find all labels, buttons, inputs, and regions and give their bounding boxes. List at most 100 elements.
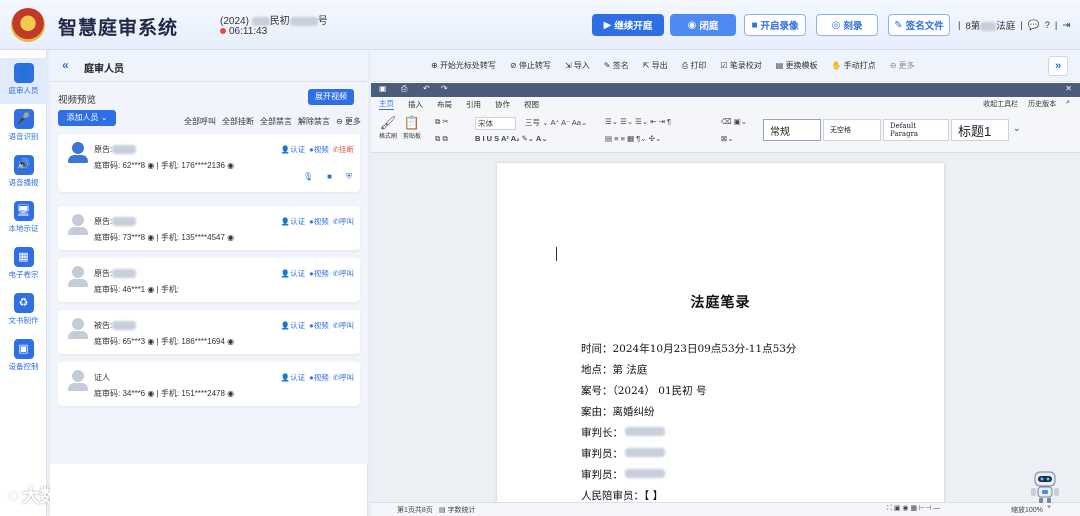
clear-format-icon[interactable]: ⌫ ▣⌄ (721, 117, 747, 126)
video-button[interactable]: ●视频 (309, 216, 329, 227)
font-size-select[interactable]: 三号 ⌄ A⁺ A⁻ Aa⌄ (525, 117, 587, 128)
person-card[interactable]: 原告: 庭审码: 73***8 ◉ | 手机: 135****4547 ◉ 👤认… (58, 206, 360, 250)
adjourn-button[interactable]: ◉ 闭庭 (670, 14, 736, 36)
chat-icon[interactable]: 💬 (1028, 20, 1040, 31)
person-card[interactable]: 被告: 庭审码: 65***3 ◉ | 手机: 186****1694 ◉ 👤认… (58, 310, 360, 354)
tab-collaborate[interactable]: 协作 (495, 99, 510, 110)
style-default-paragraph[interactable]: Default Paragra (883, 119, 949, 141)
search-icon[interactable]: ⌕ (1066, 99, 1070, 109)
eye-icon[interactable]: ◉ (147, 233, 154, 242)
text-format-buttons[interactable]: B I U S A² A₂ ✎⌄ A⌄ (475, 134, 548, 143)
call-all-button[interactable]: 全部呼叫 (184, 116, 216, 127)
tab-home[interactable]: 主页 (379, 98, 394, 110)
eye-icon[interactable]: ◉ (227, 161, 234, 170)
manual-mark-button[interactable]: ✋ 手动打点 (832, 60, 876, 71)
document-page[interactable]: 法庭笔录 时间：2024年10月23日09点53分-11点53分 地点：第 法庭… (497, 163, 944, 502)
stop-transcribe-button[interactable]: ⊘ 停止转写 (510, 60, 551, 71)
person-card[interactable]: 原告: 庭审码: 62***8 ◉ | 手机: 176****2136 ◉ 👤认… (58, 134, 360, 192)
verify-button[interactable]: 👤认证 (281, 372, 305, 383)
add-person-button[interactable]: 添加人员 ⌄ (58, 110, 116, 126)
help-icon[interactable]: ? (1045, 20, 1050, 31)
save-icon[interactable]: ▣ (379, 84, 387, 93)
collapse-chevron-icon[interactable]: « (62, 58, 69, 72)
nav-item-e-dossier[interactable]: ▦ 电子卷宗 (0, 242, 47, 288)
verify-button[interactable]: 👤认证 (281, 216, 305, 227)
mute-all-button[interactable]: 全部禁言 (260, 116, 292, 127)
expand-video-button[interactable]: 展开视频 (308, 89, 354, 105)
tab-view[interactable]: 视图 (524, 99, 539, 110)
redo-icon[interactable]: ↷ (441, 84, 448, 93)
more-button[interactable]: ⊖ 更多 (336, 116, 361, 127)
eye-icon[interactable]: ◉ (227, 389, 234, 398)
style-normal[interactable]: 常规 (763, 119, 821, 141)
border-icon[interactable]: ⊠⌄ (721, 134, 734, 143)
video-button[interactable]: ●视频 (309, 144, 329, 155)
hangup-button[interactable]: ✆挂断 (333, 144, 354, 155)
clipboard-button[interactable]: 📋 剪贴板 (401, 115, 423, 140)
style-heading-1[interactable]: 标题1 (951, 119, 1009, 141)
paste-icon[interactable]: ⧉ ⧉ (435, 134, 448, 144)
style-no-spacing[interactable]: 无空格 (823, 119, 881, 141)
history-button[interactable]: 历史版本 (1028, 99, 1056, 109)
logout-icon[interactable]: ⇥ (1062, 20, 1070, 31)
nav-item-speech-recognition[interactable]: 🎤 语音识别 (0, 104, 47, 150)
court-room-name[interactable]: 8第 法庭 (965, 18, 1015, 32)
hangup-all-button[interactable]: 全部挂断 (222, 116, 254, 127)
video-button[interactable]: ●视频 (309, 268, 329, 279)
nav-item-trial-personnel[interactable]: 👤 庭审人员 (0, 58, 47, 104)
undo-icon[interactable]: ↶ (423, 84, 430, 93)
burn-disc-button[interactable]: ◎ 刻录 (816, 14, 878, 36)
video-button[interactable]: ●视频 (309, 372, 329, 383)
word-count-button[interactable]: ▤ 字数统计 (439, 505, 476, 515)
verify-button[interactable]: 👤认证 (281, 320, 305, 331)
close-icon[interactable]: ✕ (1065, 84, 1072, 93)
nav-item-local-evidence[interactable]: 🖥 本地示证 (0, 196, 47, 242)
list-buttons[interactable]: ☰⌄ ☰⌄ ☰⌄ ⇤ ⇥ ¶ (605, 117, 671, 126)
assistant-robot-icon[interactable] (1028, 468, 1062, 504)
eye-icon[interactable]: ◉ (147, 337, 154, 346)
person-card[interactable]: 证人 庭审码: 34***6 ◉ | 手机: 151****2478 ◉ 👤认证… (58, 362, 360, 406)
collapse-toolbar-button[interactable]: 收起工具栏 (983, 99, 1018, 109)
tab-insert[interactable]: 插入 (408, 99, 423, 110)
start-recording-button[interactable]: ■ 开启录像 (744, 14, 806, 36)
align-buttons[interactable]: ▤ ≡ ≡ ▦ ¶⌄ ✣⌄ (605, 134, 661, 143)
call-button[interactable]: ✆呼叫 (333, 320, 354, 331)
eye-icon[interactable]: ◉ (147, 389, 154, 398)
nav-item-device-control[interactable]: ▣ 设备控制 (0, 334, 47, 380)
import-button[interactable]: ⇲ 导入 (565, 60, 590, 71)
person-card[interactable]: 原告: 庭审码: 46***1 ◉ | 手机: 👤认证 ●视频 ✆呼叫 (58, 258, 360, 302)
verify-button[interactable]: 👤认证 (281, 144, 305, 155)
print-icon[interactable]: ⎙ (401, 84, 407, 94)
export-button[interactable]: ⇱ 导出 (643, 60, 668, 71)
eye-icon[interactable]: ◉ (147, 161, 154, 170)
nav-item-voice-broadcast[interactable]: 🔊 语音播报 (0, 150, 47, 196)
expand-chevron-icon[interactable]: » (1048, 56, 1068, 76)
unmute-all-button[interactable]: 解除禁言 (298, 116, 330, 127)
view-mode-icons[interactable]: ⛶ ▣ ◉ ▦ ⊢⊣ — (887, 504, 940, 513)
copy-icon[interactable]: ⧉ ✂ (435, 117, 449, 127)
call-button[interactable]: ✆呼叫 (333, 216, 354, 227)
font-family-select[interactable]: 宋体 (475, 117, 516, 130)
document-canvas[interactable]: 法庭笔录 时间：2024年10月23日09点53分-11点53分 地点：第 法庭… (371, 153, 1080, 502)
call-button[interactable]: ✆呼叫 (333, 268, 354, 279)
tab-references[interactable]: 引用 (466, 99, 481, 110)
more-button[interactable]: ⊖ 更多 (890, 60, 915, 71)
shield-icon[interactable]: ⛨ (346, 172, 352, 182)
eye-icon[interactable]: ◉ (147, 285, 154, 294)
eye-icon[interactable]: ◉ (227, 337, 234, 346)
sign-file-button[interactable]: ✎ 签名文件 (888, 14, 950, 36)
styles-more-chevron-icon[interactable]: ⌄ (1013, 123, 1021, 134)
zoom-in-icon[interactable]: + (1047, 504, 1051, 511)
nav-item-document-production[interactable]: ♻ 文书制作 (0, 288, 47, 334)
call-button[interactable]: ✆呼叫 (333, 372, 354, 383)
resume-trial-button[interactable]: ▶ 继续开庭 (592, 14, 664, 36)
video-button[interactable]: ●视频 (309, 320, 329, 331)
verify-button[interactable]: 👤认证 (281, 268, 305, 279)
sign-button[interactable]: ✎ 签名 (604, 60, 629, 71)
change-template-button[interactable]: ▤ 更换模板 (776, 60, 818, 71)
tab-layout[interactable]: 布局 (437, 99, 452, 110)
microphone-icon[interactable]: 🎙 (303, 172, 313, 182)
format-painter-button[interactable]: 🖌 格式刷 (377, 115, 399, 140)
proofread-button[interactable]: ☑ 笔录校对 (720, 60, 761, 71)
camera-icon[interactable]: ■ (327, 172, 332, 182)
